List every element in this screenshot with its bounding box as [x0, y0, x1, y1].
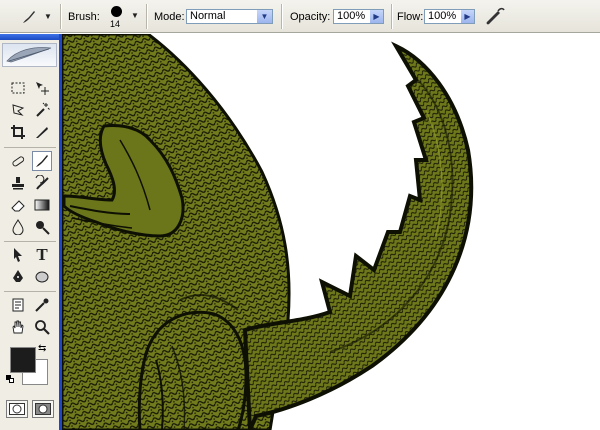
- flow-field[interactable]: 100% ▶: [424, 9, 475, 24]
- move-icon: [36, 82, 49, 95]
- airbrush-icon: [486, 7, 505, 25]
- swap-colors-icon[interactable]: ⇆: [38, 343, 46, 354]
- stamp-tool[interactable]: [8, 173, 28, 193]
- dinosaur-artwork: [62, 34, 474, 430]
- separator: [281, 4, 283, 29]
- document-canvas[interactable]: [62, 34, 600, 430]
- feather-icon: [6, 47, 52, 63]
- water-drop-icon: [12, 219, 24, 235]
- bandage-icon: [12, 156, 25, 167]
- crop-icon: [11, 125, 25, 139]
- toolbox-divider: [4, 291, 56, 292]
- toolbox: T ⇆: [0, 34, 62, 430]
- slice-icon: [36, 127, 48, 138]
- separator: [60, 4, 62, 29]
- brush-label: Brush:: [68, 10, 100, 23]
- pen-tool[interactable]: [8, 267, 28, 287]
- eraser-icon: [11, 200, 25, 212]
- notes-tool[interactable]: [8, 295, 28, 315]
- toolbox-title-bar[interactable]: [0, 34, 59, 40]
- move-tool[interactable]: [32, 78, 52, 98]
- brush-tip-preview: [111, 6, 122, 17]
- stamp-icon: [12, 177, 24, 190]
- mode-value: Normal: [190, 10, 226, 22]
- hand-icon: [12, 320, 24, 334]
- opacity-value: 100%: [337, 10, 366, 22]
- brush-size-value: 14: [110, 19, 121, 29]
- flow-value: 100%: [428, 10, 457, 22]
- flow-slider-icon[interactable]: ▶: [461, 10, 474, 23]
- magnifier-icon: [35, 320, 50, 335]
- brush-icon: [23, 10, 35, 23]
- tool-preset-picker[interactable]: ▼: [20, 0, 52, 33]
- quick-mask-mode-button[interactable]: [32, 400, 54, 418]
- brush-dropdown-icon[interactable]: ▼: [131, 11, 139, 20]
- mode-label: Mode:: [154, 10, 185, 23]
- history-brush-icon: [35, 175, 49, 190]
- gradient-icon: [34, 199, 50, 211]
- toolbox-divider: [4, 147, 56, 148]
- blur-tool[interactable]: [8, 217, 28, 237]
- magic-wand-tool[interactable]: [32, 100, 52, 120]
- mode-select[interactable]: Normal ▼: [186, 9, 273, 24]
- chevron-down-icon: ▼: [256, 10, 272, 23]
- crop-tool[interactable]: [8, 122, 28, 142]
- airbrush-toggle[interactable]: [484, 6, 506, 26]
- feather-logo[interactable]: [2, 43, 57, 67]
- note-icon: [12, 298, 24, 312]
- type-icon: T: [36, 245, 48, 264]
- lasso-tool[interactable]: [8, 100, 28, 120]
- brush-tool[interactable]: [32, 151, 52, 171]
- separator: [146, 4, 148, 29]
- opacity-slider-icon[interactable]: ▶: [370, 10, 383, 23]
- separator: [391, 4, 393, 29]
- ellipse-icon: [35, 271, 49, 283]
- quick-mask-icon: [35, 403, 51, 415]
- default-colors-icon[interactable]: [6, 375, 14, 383]
- hand-tool[interactable]: [8, 317, 28, 337]
- gradient-tool[interactable]: [32, 195, 52, 215]
- standard-mode-button[interactable]: [6, 400, 28, 418]
- magic-wand-icon: [36, 102, 50, 117]
- eraser-tool[interactable]: [8, 195, 28, 215]
- shape-tool[interactable]: [32, 267, 52, 287]
- toolbox-divider: [4, 241, 56, 242]
- opacity-field[interactable]: 100% ▶: [333, 9, 384, 24]
- lasso-icon: [12, 104, 25, 116]
- dodge-icon: [36, 221, 50, 235]
- path-selection-tool[interactable]: [8, 245, 28, 265]
- options-bar: ▼ Brush: 14 ▼ Mode: Normal ▼ Opacity: 10…: [0, 0, 600, 33]
- zoom-tool[interactable]: [32, 317, 52, 337]
- opacity-label: Opacity:: [290, 10, 331, 23]
- standard-mode-icon: [9, 403, 25, 415]
- eyedropper-tool[interactable]: [32, 295, 52, 315]
- foreground-color-swatch[interactable]: [10, 347, 36, 373]
- dodge-tool[interactable]: [32, 217, 52, 237]
- paintbrush-icon: [36, 155, 48, 167]
- history-brush-tool[interactable]: [32, 173, 52, 193]
- pen-icon: [13, 270, 23, 282]
- slice-tool[interactable]: [32, 122, 52, 142]
- eyedropper-icon: [35, 298, 49, 312]
- type-tool[interactable]: T: [32, 245, 52, 265]
- marquee-icon: [11, 82, 25, 94]
- healing-brush-tool[interactable]: [8, 151, 28, 171]
- preset-dropdown-icon: ▼: [44, 12, 52, 21]
- marquee-tool[interactable]: [8, 78, 28, 98]
- flow-label: Flow:: [397, 10, 424, 23]
- arrow-cursor-icon: [14, 248, 22, 262]
